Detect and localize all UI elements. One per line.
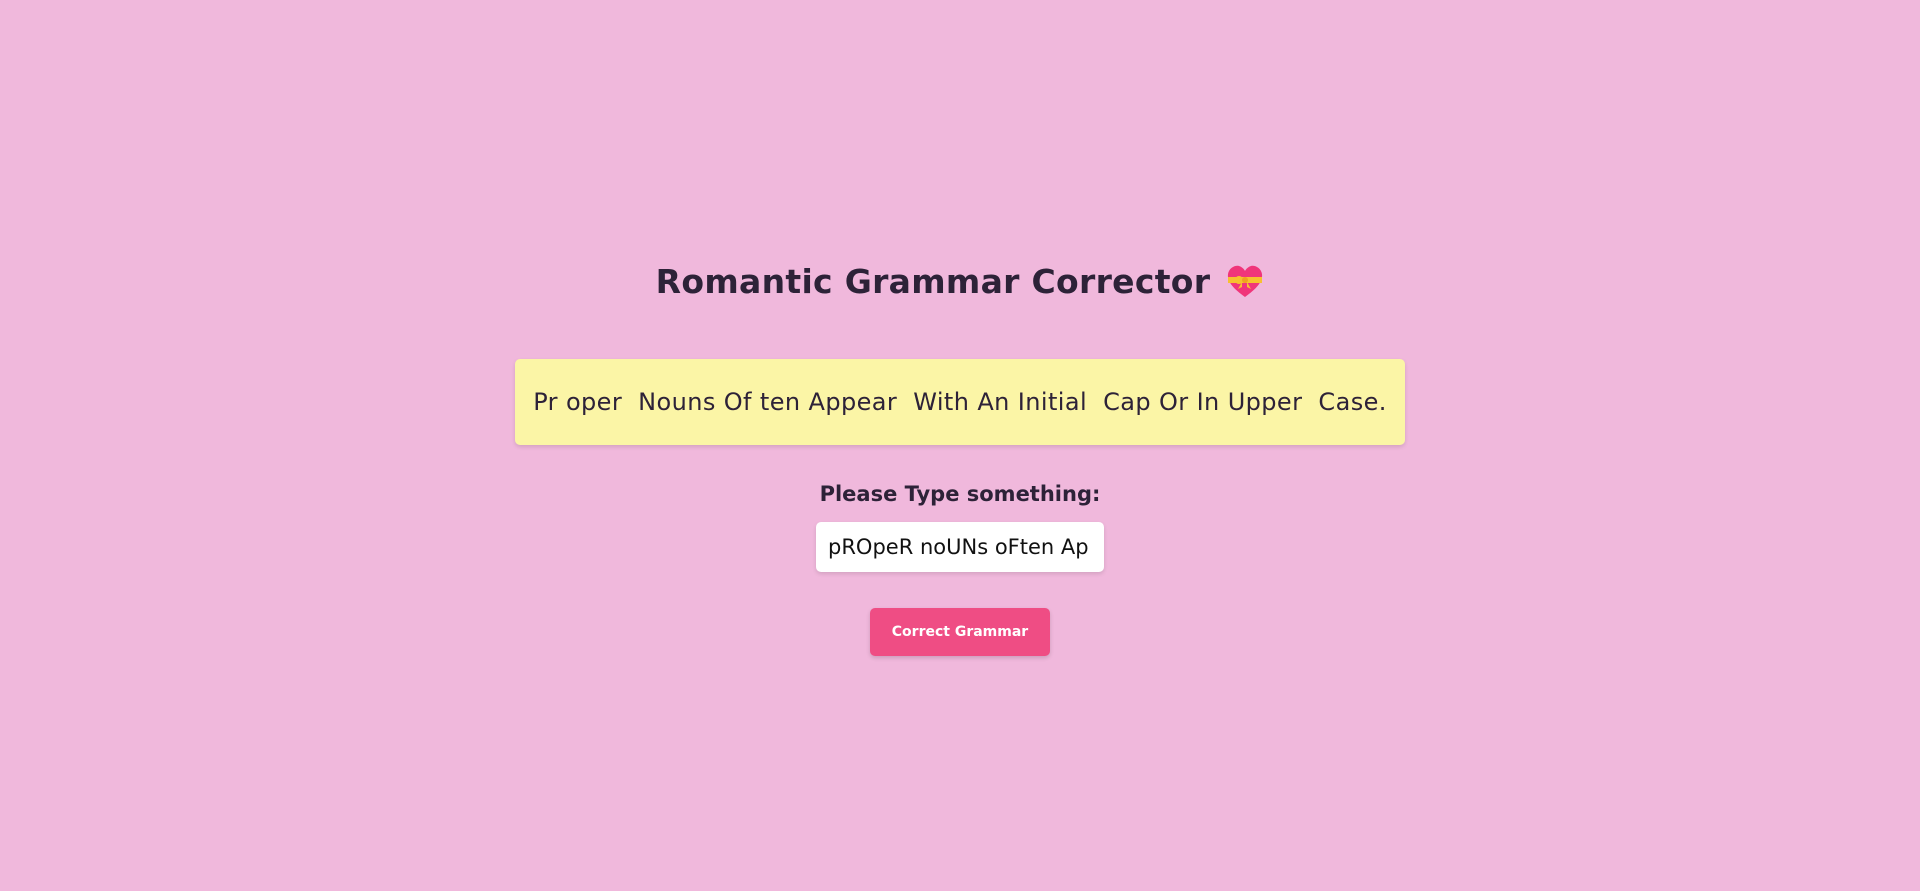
input-prompt-label: Please Type something: [819, 482, 1101, 506]
title-row: Romantic Grammar Corrector [0, 262, 1920, 301]
corrected-output-box: Pr oper Nouns Of ten Appear With An Init… [515, 359, 1405, 445]
page: Romantic Grammar Corrector Pr oper Nouns… [0, 0, 1920, 891]
correct-grammar-button[interactable]: Correct Grammar [870, 608, 1050, 656]
grammar-input[interactable] [816, 522, 1104, 572]
page-title: Romantic Grammar Corrector [655, 262, 1211, 301]
heart-with-ribbon-icon [1226, 265, 1264, 299]
corrected-output-text: Pr oper Nouns Of ten Appear With An Init… [533, 388, 1387, 416]
